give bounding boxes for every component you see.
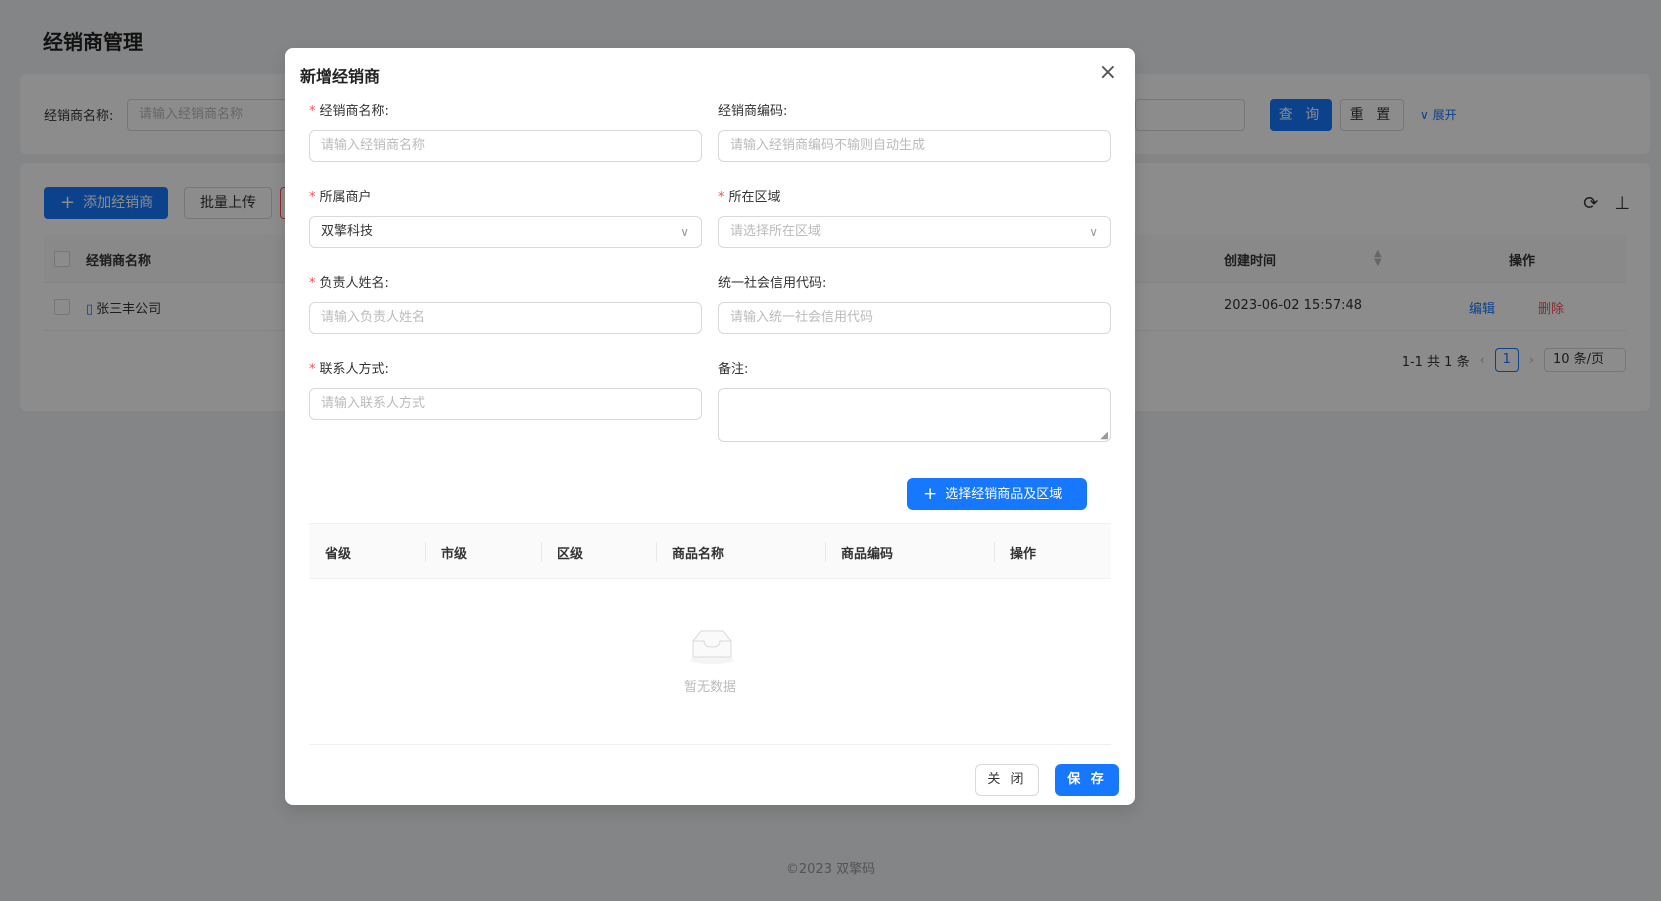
column-divider — [541, 542, 542, 562]
select-products-regions-button[interactable]: + 选择经销商品及区域 — [907, 478, 1087, 510]
column-divider — [425, 542, 426, 562]
plus-icon: + — [923, 484, 938, 504]
label-credit-code: 统一社会信用代码: — [718, 276, 827, 291]
dealer-name-input[interactable]: 请输入经销商名称 — [309, 130, 702, 162]
required-mark: * — [309, 104, 316, 119]
region-select[interactable]: 请选择所在区域 ∨ — [718, 216, 1111, 248]
chevron-down-icon: ∨ — [680, 225, 689, 239]
select-button-label: 选择经销商品及区域 — [945, 487, 1063, 502]
dealer-code-input[interactable]: 请输入经销商编码不输则自动生成 — [718, 130, 1111, 162]
empty-text: 暂无数据 — [683, 680, 736, 695]
owner-name-input[interactable]: 请输入负责人姓名 — [309, 302, 702, 334]
remark-textarea[interactable]: ◢ — [718, 388, 1111, 442]
column-divider — [825, 542, 826, 562]
column-header-city: 市级 — [441, 547, 468, 562]
products-regions-table: 省级 市级 区级 商品名称 商品编码 操作 暂无数据 — [309, 523, 1111, 745]
label-text: 所属商户 — [319, 190, 372, 205]
merchant-select[interactable]: 双擎科技 ∨ — [309, 216, 702, 248]
inner-table-header: 省级 市级 区级 商品名称 商品编码 操作 — [309, 523, 1111, 579]
add-dealer-modal: 新增经销商 × * 经销商名称: 请输入经销商名称 经销商编码: 请输入经销商编码… — [285, 48, 1135, 805]
required-mark: * — [309, 190, 316, 205]
close-button[interactable]: 关 闭 — [975, 764, 1039, 796]
label-region: * 所在区域 — [718, 186, 781, 205]
contact-input[interactable]: 请输入联系人方式 — [309, 388, 702, 420]
credit-code-input[interactable]: 请输入统一社会信用代码 — [718, 302, 1111, 334]
merchant-value: 双擎科技 — [321, 224, 374, 239]
column-header-product-name: 商品名称 — [672, 547, 725, 562]
close-icon[interactable]: × — [1099, 60, 1117, 85]
label-text: 联系人方式: — [319, 362, 389, 377]
label-dealer-name: * 经销商名称: — [309, 100, 389, 119]
required-mark: * — [718, 190, 725, 205]
column-header-district: 区级 — [557, 547, 584, 562]
column-divider — [994, 542, 995, 562]
column-header-actions: 操作 — [1010, 547, 1037, 562]
label-dealer-code: 经销商编码: — [718, 104, 788, 119]
column-divider — [656, 542, 657, 562]
modal-title: 新增经销商 — [300, 67, 381, 86]
label-merchant: * 所属商户 — [309, 186, 372, 205]
label-text: 经销商名称: — [319, 104, 389, 119]
label-remark: 备注: — [718, 362, 749, 377]
required-mark: * — [309, 276, 316, 291]
required-mark: * — [309, 362, 316, 377]
label-text: 所在区域 — [728, 190, 781, 205]
label-contact: * 联系人方式: — [309, 358, 389, 377]
save-button[interactable]: 保 存 — [1055, 764, 1119, 796]
resize-handle-icon[interactable]: ◢ — [1100, 430, 1108, 441]
chevron-down-icon: ∨ — [1089, 225, 1098, 239]
column-header-province: 省级 — [325, 547, 352, 562]
region-placeholder: 请选择所在区域 — [730, 224, 822, 239]
empty-inbox-icon — [690, 630, 734, 664]
label-text: 负责人姓名: — [319, 276, 389, 291]
label-owner: * 负责人姓名: — [309, 272, 389, 291]
column-header-product-code: 商品编码 — [841, 547, 894, 562]
